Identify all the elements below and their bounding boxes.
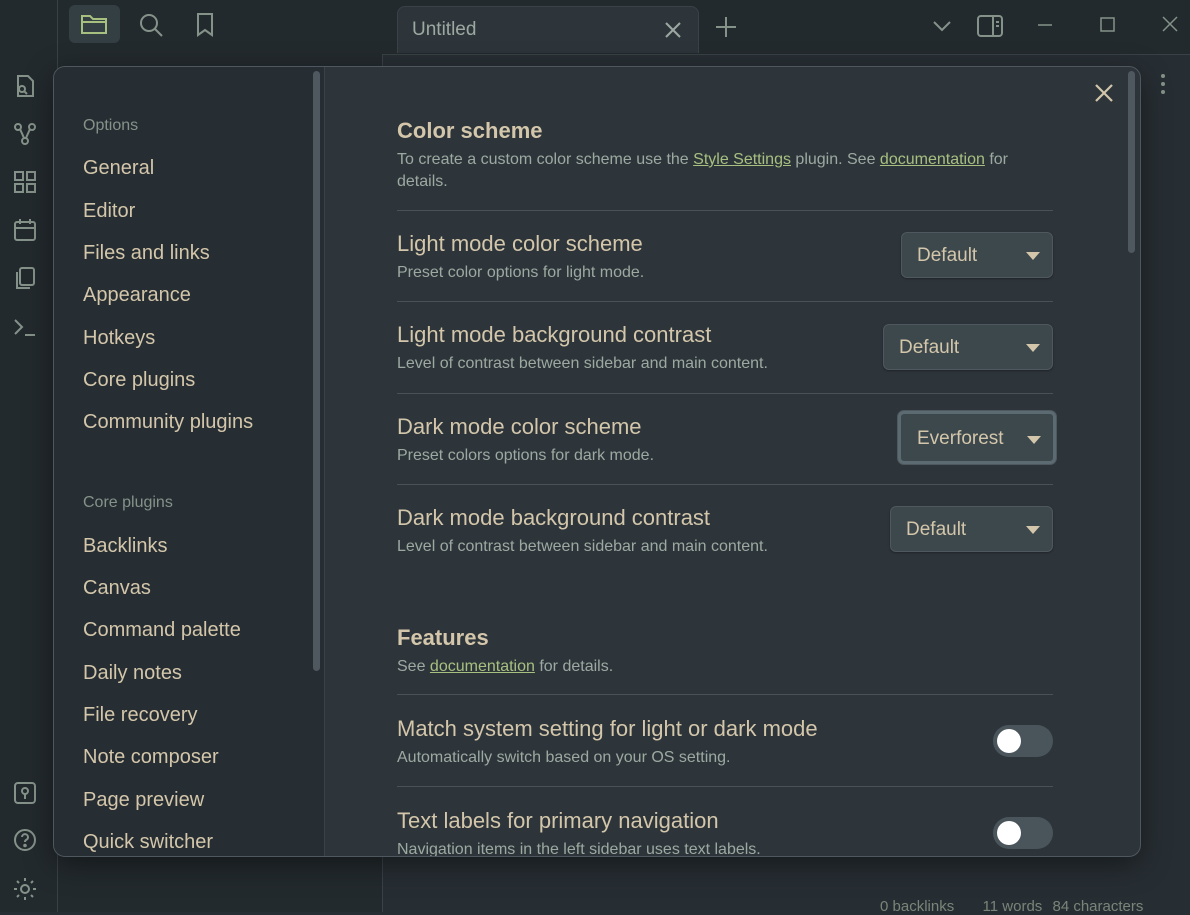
search-icon[interactable] bbox=[137, 11, 165, 39]
content-scrollbar[interactable] bbox=[1128, 71, 1135, 253]
setting-title: Light mode color scheme bbox=[397, 231, 643, 256]
setting-title: Match system setting for light or dark m… bbox=[397, 716, 818, 741]
nav-item-editor[interactable]: Editor bbox=[83, 200, 135, 223]
light-mode-background-contrast-dropdown[interactable]: Default bbox=[883, 324, 1053, 370]
desc-text: plugin. See bbox=[790, 151, 880, 168]
desc-text: for details. bbox=[534, 658, 614, 675]
title-bar: Untitled bbox=[0, 0, 1190, 55]
setting-description: Level of contrast between sidebar and ma… bbox=[397, 355, 768, 372]
divider bbox=[397, 484, 1053, 485]
setting-title: Dark mode color scheme bbox=[397, 414, 642, 439]
toggle-knob bbox=[997, 729, 1021, 753]
canvas-icon[interactable] bbox=[12, 169, 38, 195]
templates-icon[interactable] bbox=[12, 265, 38, 291]
close-icon[interactable] bbox=[1094, 83, 1114, 103]
setting-description: Navigation items in the left sidebar use… bbox=[397, 841, 761, 857]
nav-item-appearance[interactable]: Appearance bbox=[83, 284, 191, 307]
setting-description: Level of contrast between sidebar and ma… bbox=[397, 538, 768, 555]
setting-description: Preset colors options for dark mode. bbox=[397, 447, 655, 464]
settings-modal: Options General Editor Files and links A… bbox=[53, 66, 1141, 857]
chevron-down-icon[interactable] bbox=[930, 16, 954, 36]
setting-title: Text labels for primary navigation bbox=[397, 808, 719, 833]
text-labels-navigation-toggle[interactable] bbox=[993, 817, 1053, 849]
nav-item-command-palette[interactable]: Command palette bbox=[83, 619, 241, 642]
nav-item-page-preview[interactable]: Page preview bbox=[83, 789, 204, 812]
command-palette-icon[interactable] bbox=[12, 314, 38, 340]
nav-section-options: Options bbox=[83, 117, 139, 134]
nav-section-core-plugins: Core plugins bbox=[83, 494, 173, 511]
caret-down-icon bbox=[1026, 344, 1040, 352]
daily-note-icon[interactable] bbox=[12, 217, 38, 243]
section-heading-color-scheme: Color scheme bbox=[397, 118, 543, 143]
close-window-icon[interactable] bbox=[1161, 15, 1179, 33]
dark-mode-background-contrast-dropdown[interactable]: Default bbox=[890, 506, 1053, 552]
dropdown-value: Default bbox=[906, 519, 967, 540]
dropdown-value: Everforest bbox=[917, 428, 1004, 449]
vault-icon[interactable] bbox=[12, 780, 38, 806]
nav-item-note-composer[interactable]: Note composer bbox=[83, 746, 219, 769]
nav-item-files-and-links[interactable]: Files and links bbox=[83, 242, 210, 265]
divider bbox=[397, 210, 1053, 211]
settings-icon[interactable] bbox=[12, 876, 38, 902]
status-bar: 0 backlinks 11 words 84 characters bbox=[880, 898, 1143, 915]
caret-down-icon bbox=[1026, 252, 1040, 260]
close-tab-icon[interactable] bbox=[664, 21, 682, 39]
open-quick-switcher-icon[interactable] bbox=[12, 73, 38, 99]
color-scheme-description: To create a custom color scheme use the … bbox=[397, 149, 1037, 193]
toggle-knob bbox=[997, 821, 1021, 845]
match-system-theme-toggle[interactable] bbox=[993, 725, 1053, 757]
desc-text: To create a custom color scheme use the bbox=[397, 151, 694, 168]
setting-title: Dark mode background contrast bbox=[397, 505, 711, 530]
nav-item-backlinks[interactable]: Backlinks bbox=[83, 535, 167, 558]
tab-title: Untitled bbox=[412, 19, 477, 40]
caret-down-icon bbox=[1027, 436, 1041, 444]
nav-item-core-plugins[interactable]: Core plugins bbox=[83, 369, 195, 392]
divider bbox=[397, 786, 1053, 787]
more-options-icon[interactable] bbox=[1154, 72, 1172, 96]
nav-item-daily-notes[interactable]: Daily notes bbox=[83, 662, 182, 685]
nav-item-hotkeys[interactable]: Hotkeys bbox=[83, 327, 155, 350]
divider bbox=[397, 694, 1053, 695]
nav-item-general[interactable]: General bbox=[83, 157, 154, 180]
bookmark-icon[interactable] bbox=[192, 11, 220, 39]
light-mode-color-scheme-dropdown[interactable]: Default bbox=[901, 232, 1053, 278]
divider bbox=[397, 393, 1053, 394]
documentation-link[interactable]: documentation bbox=[880, 151, 985, 168]
character-count: 84 characters bbox=[1052, 898, 1144, 915]
new-tab-icon[interactable] bbox=[714, 15, 738, 39]
backlinks-count[interactable]: 0 backlinks bbox=[880, 898, 954, 915]
right-sidebar-icon[interactable] bbox=[976, 12, 1004, 40]
style-settings-link[interactable]: Style Settings bbox=[693, 151, 791, 168]
ribbon bbox=[0, 0, 58, 912]
folder-icon[interactable] bbox=[69, 5, 120, 43]
nav-item-canvas[interactable]: Canvas bbox=[83, 577, 151, 600]
nav-item-file-recovery[interactable]: File recovery bbox=[83, 704, 197, 727]
section-heading-features: Features bbox=[397, 625, 489, 650]
dropdown-value: Default bbox=[917, 245, 978, 266]
nav-item-quick-switcher[interactable]: Quick switcher bbox=[83, 831, 213, 854]
nav-item-community-plugins[interactable]: Community plugins bbox=[83, 411, 253, 434]
setting-title: Light mode background contrast bbox=[397, 322, 712, 347]
setting-description: Automatically switch based on your OS se… bbox=[397, 749, 731, 766]
word-count: 11 words bbox=[982, 898, 1043, 915]
setting-description: Preset color options for light mode. bbox=[397, 264, 645, 281]
maximize-icon[interactable] bbox=[1099, 16, 1117, 34]
divider bbox=[397, 301, 1053, 302]
caret-down-icon bbox=[1026, 526, 1040, 534]
features-description: See documentation for details. bbox=[397, 656, 1037, 678]
tab-untitled[interactable]: Untitled bbox=[397, 6, 699, 53]
minimize-icon[interactable] bbox=[1036, 16, 1054, 34]
dark-mode-color-scheme-dropdown[interactable]: Everforest bbox=[898, 411, 1056, 464]
help-icon[interactable] bbox=[12, 827, 38, 853]
nav-scrollbar[interactable] bbox=[313, 71, 320, 671]
desc-text: See bbox=[397, 658, 430, 675]
settings-nav: Options General Editor Files and links A… bbox=[54, 67, 325, 856]
dropdown-value: Default bbox=[899, 337, 960, 358]
graph-view-icon[interactable] bbox=[12, 121, 38, 147]
documentation-link[interactable]: documentation bbox=[430, 658, 535, 675]
